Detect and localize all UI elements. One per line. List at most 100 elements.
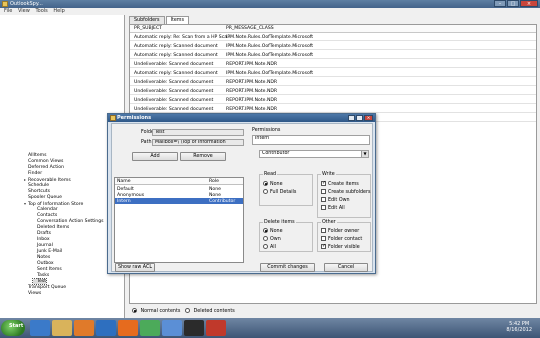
table-row[interactable]: Automatic reply: Scanned document IPM.Not… bbox=[130, 42, 536, 50]
column-header-role[interactable]: Role bbox=[209, 179, 219, 184]
chevron-down-icon[interactable]: ▼ bbox=[361, 151, 368, 157]
tree-item-label: Shortcuts bbox=[28, 189, 50, 194]
outlook-icon[interactable] bbox=[96, 320, 116, 336]
menu-help[interactable]: Help bbox=[53, 8, 64, 15]
delete-own-radio[interactable] bbox=[263, 236, 268, 241]
subject-cell: Automatic reply: Scanned document bbox=[134, 70, 218, 76]
menu-tools[interactable]: Tools bbox=[35, 8, 47, 15]
tree-item[interactable]: Spooler Queue bbox=[24, 195, 62, 200]
column-header-message-class[interactable]: PR_MESSAGE_CLASS bbox=[226, 26, 274, 31]
role-select-value: Contributor bbox=[262, 151, 290, 156]
read-full-details-option[interactable]: Full Details bbox=[263, 189, 296, 195]
tab-items[interactable]: Items bbox=[165, 16, 189, 24]
edit-own-option[interactable]: Edit Own bbox=[321, 197, 350, 203]
table-row[interactable]: Automatic reply: Re: Scan from a HP Sca.… bbox=[130, 33, 536, 41]
folder-contact-option[interactable]: Folder contact bbox=[321, 236, 362, 242]
folder-owner-checkbox[interactable] bbox=[321, 228, 326, 233]
create-items-option[interactable]: Create items bbox=[321, 180, 359, 187]
tree-item[interactable]: Common Views bbox=[24, 159, 63, 164]
table-row[interactable]: Undeliverable: Scanned document REPORT.IP… bbox=[130, 105, 536, 113]
maximize-button[interactable]: □ bbox=[507, 0, 519, 7]
tree-item[interactable]: Journal bbox=[33, 243, 53, 248]
normal-contents-radio[interactable] bbox=[132, 308, 137, 313]
delete-none-option[interactable]: None bbox=[263, 228, 283, 234]
tree-item[interactable]: Sent Items bbox=[33, 267, 62, 272]
create-items-checkbox[interactable] bbox=[321, 180, 326, 186]
tree-item[interactable]: Junk E-Mail bbox=[33, 249, 62, 254]
tree-item[interactable]: Drafts bbox=[33, 231, 51, 236]
show-raw-acl-button[interactable]: Show raw ACL bbox=[115, 263, 155, 272]
commit-changes-button[interactable]: Commit changes bbox=[260, 263, 315, 272]
tree-item[interactable]: AllItems bbox=[24, 153, 47, 158]
tree-item[interactable]: Views bbox=[24, 291, 41, 296]
tree-item[interactable]: Shortcuts bbox=[24, 189, 50, 194]
menu-view[interactable]: View bbox=[18, 8, 30, 15]
table-row[interactable]: Undeliverable: Scanned document REPORT.IP… bbox=[130, 87, 536, 95]
cancel-button[interactable]: Cancel bbox=[324, 263, 368, 272]
close-button[interactable]: × bbox=[520, 0, 538, 7]
tree-item[interactable]: Test bbox=[31, 278, 48, 285]
dialog-maximize-button[interactable]: □ bbox=[356, 115, 363, 121]
permissions-dialog: Permissions – □ × Folder name: Test Path… bbox=[107, 113, 376, 274]
chrome-icon[interactable] bbox=[140, 320, 160, 336]
deleted-contents-option[interactable]: Deleted contents bbox=[185, 308, 235, 314]
folder-visible-checkbox[interactable] bbox=[321, 243, 326, 249]
normal-contents-option[interactable]: Normal contents bbox=[132, 308, 180, 314]
remove-button[interactable]: Remove bbox=[180, 152, 226, 161]
deleted-contents-radio[interactable] bbox=[185, 308, 190, 313]
table-row[interactable]: Undeliverable: Scanned document REPORT.IP… bbox=[130, 60, 536, 68]
tree-item[interactable]: Tasks bbox=[33, 273, 49, 278]
ie-icon[interactable] bbox=[30, 320, 50, 336]
tab-subfolders[interactable]: Subfolders bbox=[129, 16, 165, 24]
table-row[interactable]: Automatic reply: Scanned document IPM.Not… bbox=[130, 51, 536, 59]
edit-all-option[interactable]: Edit All bbox=[321, 205, 345, 211]
dialog-close-button[interactable]: × bbox=[364, 115, 373, 121]
message-class-cell: IPM.Note.Rules.OofTemplate.Microsoft bbox=[226, 34, 314, 40]
delete-all-radio[interactable] bbox=[263, 244, 268, 249]
create-subfolders-option[interactable]: Create subfolders bbox=[321, 189, 370, 195]
tree-item[interactable]: Deleted Items bbox=[33, 225, 69, 230]
read-full-details-radio[interactable] bbox=[263, 189, 268, 194]
edit-all-checkbox[interactable] bbox=[321, 205, 326, 210]
delete-all-option[interactable]: All bbox=[263, 244, 276, 250]
tree-item[interactable]: Inbox bbox=[33, 237, 50, 242]
tree-item[interactable]: Contacts bbox=[33, 213, 57, 218]
app-icon[interactable] bbox=[162, 320, 182, 336]
table-row[interactable]: Undeliverable: Scanned document REPORT.IP… bbox=[130, 96, 536, 104]
menu-file[interactable]: File bbox=[4, 8, 12, 15]
toolbox-icon[interactable] bbox=[206, 320, 226, 336]
media-icon[interactable] bbox=[74, 320, 94, 336]
dialog-minimize-button[interactable]: – bbox=[348, 115, 355, 121]
role-select[interactable]: Contributor ▼ bbox=[259, 150, 369, 158]
add-button[interactable]: Add bbox=[132, 152, 178, 161]
folder-visible-option[interactable]: Folder visible bbox=[321, 243, 360, 250]
minimize-button[interactable]: – bbox=[494, 0, 506, 7]
terminal-icon[interactable] bbox=[184, 320, 204, 336]
folder-contact-checkbox[interactable] bbox=[321, 236, 326, 241]
tree-item[interactable]: Calendar bbox=[33, 207, 58, 212]
create-subfolders-checkbox[interactable] bbox=[321, 189, 326, 194]
tree-item[interactable]: Transport Queue bbox=[24, 285, 66, 290]
tree-item[interactable]: Deferred Action bbox=[24, 165, 64, 170]
delete-own-option[interactable]: Own bbox=[263, 236, 281, 242]
edit-all-label: Edit All bbox=[328, 206, 345, 211]
read-none-option[interactable]: None bbox=[263, 181, 283, 187]
table-row[interactable]: Automatic reply: Scanned document IPM.Not… bbox=[130, 69, 536, 77]
explorer-icon[interactable] bbox=[52, 320, 72, 336]
read-none-radio[interactable] bbox=[263, 181, 268, 186]
tree-item[interactable]: Finder bbox=[24, 171, 42, 176]
folder-owner-option[interactable]: Folder owner bbox=[321, 228, 359, 234]
delete-none-radio[interactable] bbox=[263, 228, 268, 233]
tree-item[interactable]: Conversation Action Settings bbox=[33, 219, 104, 224]
table-row[interactable]: Undeliverable: Scanned document REPORT.IP… bbox=[130, 78, 536, 86]
column-header-name[interactable]: Name bbox=[117, 179, 131, 184]
tree-item[interactable]: Schedule bbox=[24, 183, 49, 188]
system-clock[interactable]: 5:42 PM 8/16/2012 bbox=[506, 321, 532, 333]
tree-item[interactable]: Notes bbox=[33, 255, 50, 260]
edit-own-checkbox[interactable] bbox=[321, 197, 326, 202]
permissions-user-list[interactable]: Name Role Default None Anonymous None Intern… bbox=[114, 177, 244, 263]
tree-item[interactable]: Outbox bbox=[33, 261, 54, 266]
user-row[interactable]: Intern Contributor bbox=[115, 198, 243, 204]
firefox-icon[interactable] bbox=[118, 320, 138, 336]
column-header-subject[interactable]: PR_SUBJECT bbox=[134, 26, 162, 31]
